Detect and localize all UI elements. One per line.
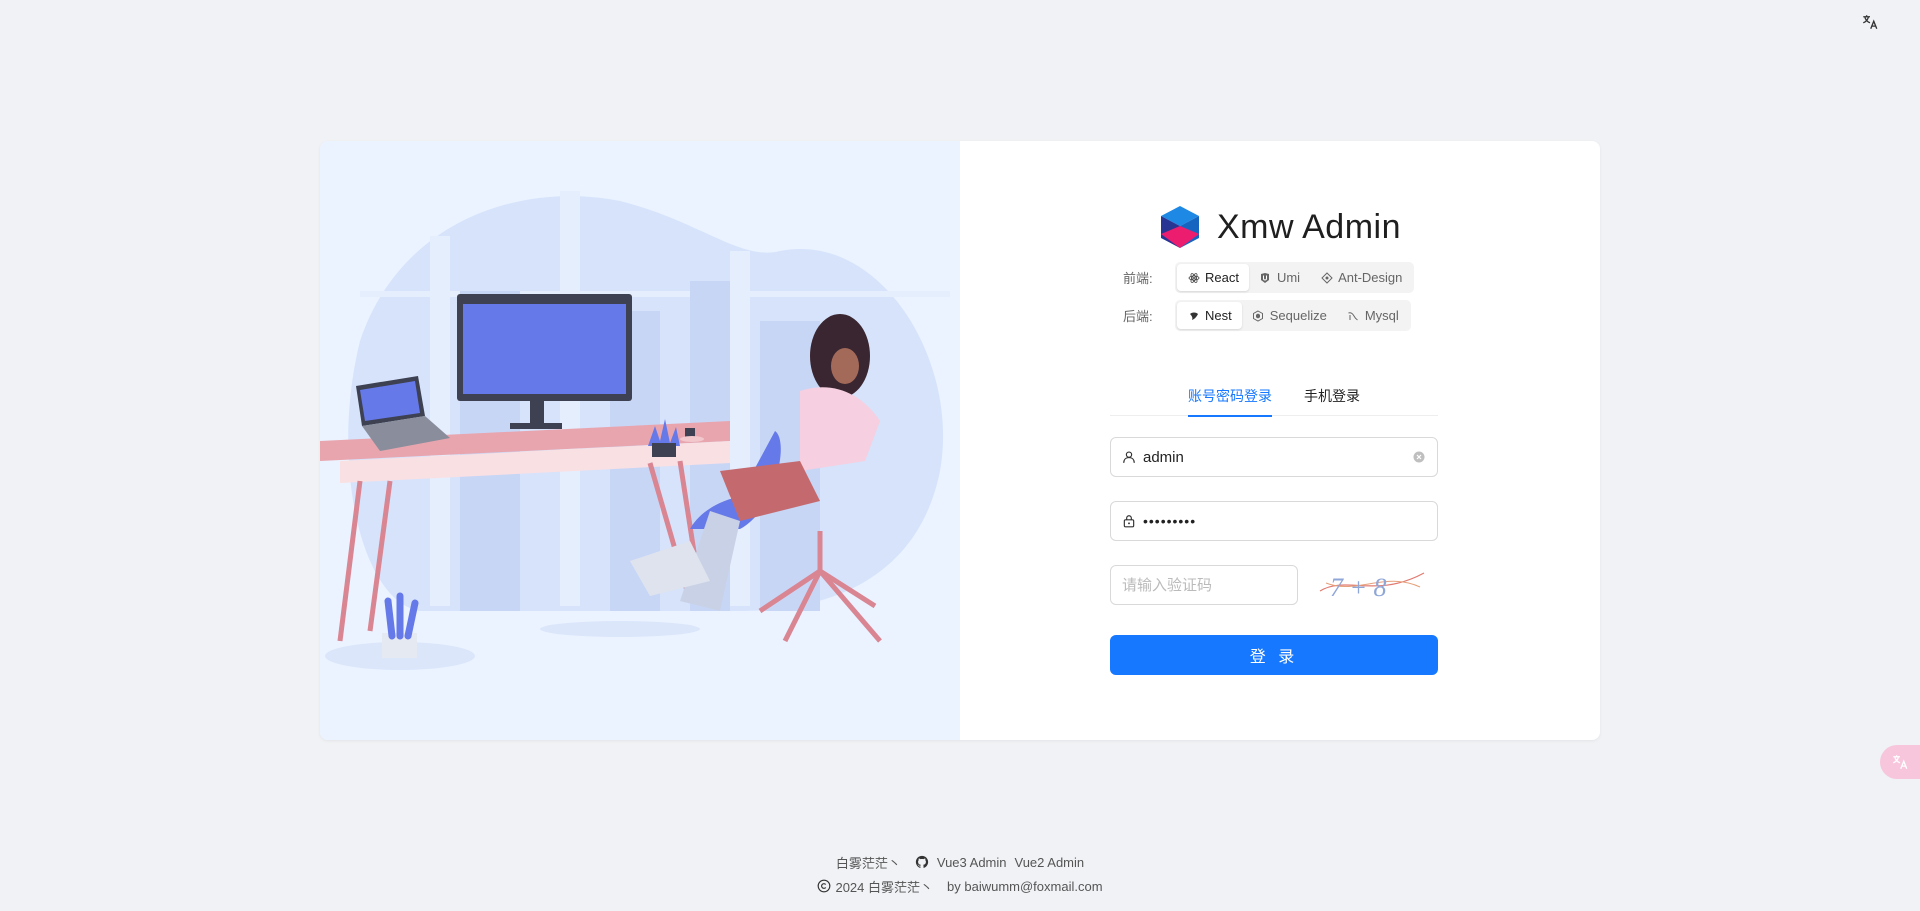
backend-label: 后端:	[1123, 309, 1153, 324]
translate-icon[interactable]	[1858, 10, 1882, 34]
footer-author: 白雾茫茫丶	[835, 855, 901, 871]
password-value: •••••••••	[1143, 513, 1197, 529]
backend-segmented: Nest Sequelize Mysql	[1175, 300, 1411, 331]
sequelize-icon	[1252, 309, 1265, 322]
tab-account-login[interactable]: 账号密码登录	[1188, 376, 1272, 417]
username-field[interactable]: admin	[1110, 437, 1438, 477]
backend-stack-row: 后端: Nest Sequelize Mysql	[1123, 300, 1411, 331]
frontend-label: 前端:	[1123, 271, 1153, 286]
segment-antd-label: Ant-Design	[1338, 270, 1403, 285]
umi-icon	[1259, 271, 1272, 284]
login-tabs: 账号密码登录 手机登录	[1110, 376, 1438, 417]
copyright-icon	[817, 879, 831, 893]
copyright-text: 2024 白雾茫茫丶	[835, 879, 934, 895]
mysql-icon	[1347, 309, 1360, 322]
login-card: Xmw Admin 前端: React Umi Ant-Design 后端: N…	[320, 141, 1600, 740]
github-icon[interactable]	[915, 855, 929, 869]
captcha-text: 7 + 8	[1330, 573, 1387, 602]
link-vue3-admin[interactable]: Vue3 Admin	[937, 855, 1007, 870]
floating-translate-tab[interactable]	[1880, 745, 1920, 779]
login-button[interactable]: 登 录	[1110, 635, 1438, 675]
clear-icon[interactable]	[1413, 450, 1427, 464]
link-vue2-admin[interactable]: Vue2 Admin	[1015, 855, 1085, 870]
login-form-panel: Xmw Admin 前端: React Umi Ant-Design 后端: N…	[960, 141, 1600, 740]
segment-react[interactable]: React	[1177, 264, 1249, 291]
frontend-stack-row: 前端: React Umi Ant-Design	[1123, 262, 1415, 293]
segment-nest[interactable]: Nest	[1177, 302, 1242, 329]
footer-email: by baiwumm@foxmail.com	[947, 878, 1103, 894]
antd-icon	[1320, 271, 1333, 284]
cube-logo-icon	[1161, 206, 1199, 248]
segment-mysql-label: Mysql	[1364, 308, 1399, 323]
segment-sequelize-label: Sequelize	[1269, 308, 1327, 323]
lock-icon	[1121, 513, 1137, 529]
user-icon	[1121, 449, 1137, 465]
login-illustration	[320, 141, 960, 740]
react-icon	[1187, 271, 1200, 284]
segment-umi[interactable]: Umi	[1249, 264, 1310, 291]
brand-header: Xmw Admin	[960, 204, 1600, 250]
segment-react-label: React	[1205, 270, 1239, 285]
frontend-segmented: React Umi Ant-Design	[1175, 262, 1415, 293]
username-value: admin	[1143, 448, 1184, 466]
segment-mysql[interactable]: Mysql	[1337, 302, 1409, 329]
nest-icon	[1187, 309, 1200, 322]
captcha-input[interactable]	[1110, 565, 1298, 605]
segment-ant-design[interactable]: Ant-Design	[1310, 264, 1412, 291]
segment-nest-label: Nest	[1205, 308, 1232, 323]
password-field[interactable]: •••••••••	[1110, 501, 1438, 541]
tab-mobile-login[interactable]: 手机登录	[1304, 376, 1360, 416]
captcha-image[interactable]: 7 + 8	[1316, 565, 1428, 605]
segment-sequelize[interactable]: Sequelize	[1242, 302, 1337, 329]
footer: 白雾茫茫丶 Vue3 Admin Vue2 Admin 2024 白雾茫茫丶 b…	[0, 851, 1920, 897]
app-title: Xmw Admin	[1217, 207, 1401, 246]
translate-badge-icon	[1892, 755, 1908, 770]
segment-umi-label: Umi	[1276, 270, 1301, 285]
